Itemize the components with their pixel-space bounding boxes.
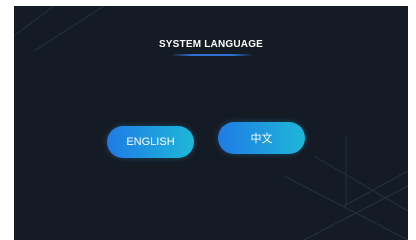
english-language-button[interactable]: ENGLISH	[107, 126, 194, 158]
title-underline	[171, 54, 253, 56]
language-screen: SYSTEM LANGUAGE ENGLISH 中文	[14, 6, 408, 240]
chinese-button-label: 中文	[250, 133, 273, 145]
english-button-label: ENGLISH	[126, 136, 175, 148]
chinese-language-button[interactable]: 中文	[218, 122, 305, 154]
page-title: SYSTEM LANGUAGE	[158, 39, 264, 50]
